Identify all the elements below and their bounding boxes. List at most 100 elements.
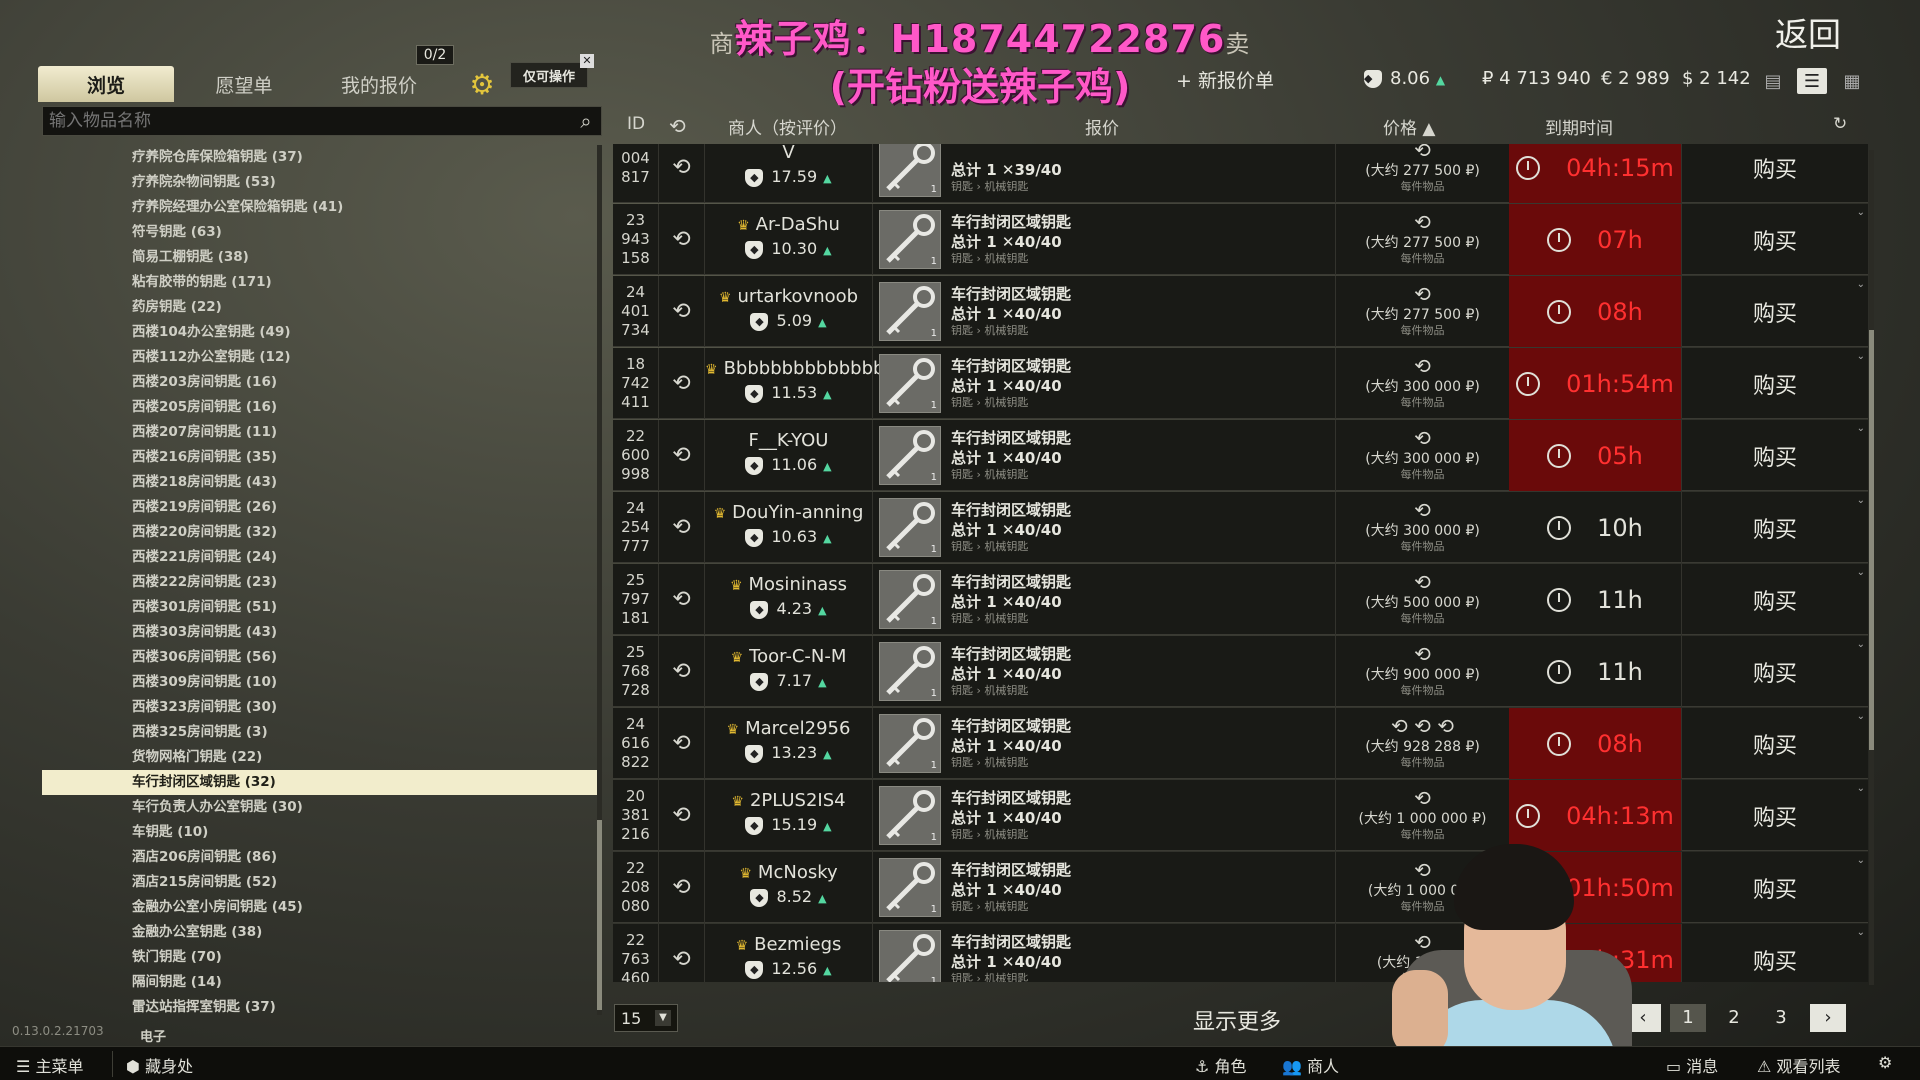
category-item[interactable]: 西楼221房间钥匙 (24)	[42, 545, 597, 570]
key-icon[interactable]: 1	[879, 858, 941, 917]
close-icon[interactable]: ✕	[580, 54, 594, 68]
buy-button[interactable]: 购买 ⌄	[1681, 924, 1868, 982]
trader-name[interactable]: Toor-C-N-M	[749, 646, 846, 667]
trader-name[interactable]: Bezmiegs	[754, 934, 841, 955]
chevron-down-icon[interactable]: ⌄	[1857, 279, 1865, 290]
chevron-down-icon[interactable]: ⌄	[1857, 711, 1865, 722]
tab-wishlist[interactable]: 愿望单	[174, 66, 314, 102]
key-icon[interactable]: 1	[879, 144, 941, 197]
buy-button[interactable]: 购买 ⌄	[1681, 708, 1868, 779]
traders-button[interactable]: 👥 商人	[1282, 1053, 1339, 1077]
chevron-down-icon[interactable]: ⌄	[1857, 567, 1865, 578]
chevron-down-icon[interactable]: ⌄	[1857, 144, 1865, 146]
category-item[interactable]: 货物网格门钥匙 (22)	[42, 745, 597, 770]
trader-name[interactable]: 2PLUS2IS4	[750, 790, 846, 811]
chevron-down-icon[interactable]: ⌄	[1857, 783, 1865, 794]
category-item[interactable]: 车钥匙 (10)	[42, 820, 597, 845]
settings-icon[interactable]: ⚙	[1878, 1053, 1892, 1072]
buy-button[interactable]: 购买 ⌄	[1681, 276, 1868, 347]
key-icon[interactable]: 1	[879, 642, 941, 701]
buy-button[interactable]: 购买 ⌄	[1681, 852, 1868, 923]
show-more-button[interactable]: 显示更多	[1193, 1004, 1281, 1036]
buy-button[interactable]: 购买 ⌄	[1681, 348, 1868, 419]
messages-button[interactable]: ▭ 消息	[1666, 1053, 1718, 1077]
barter-icon[interactable]: ⟲	[1336, 144, 1509, 162]
category-item[interactable]: 西楼323房间钥匙 (30)	[42, 695, 597, 720]
category-electronics[interactable]: 电子	[140, 1026, 166, 1045]
category-item[interactable]: 疗养院仓库保险箱钥匙 (37)	[42, 145, 597, 170]
grid-view-icon[interactable]: ▦	[1837, 68, 1867, 94]
category-item[interactable]: 车行负责人办公室钥匙 (30)	[42, 795, 597, 820]
category-item[interactable]: 西楼220房间钥匙 (32)	[42, 520, 597, 545]
character-button[interactable]: ⚓ 角色	[1195, 1053, 1246, 1077]
barter-icon[interactable]: ⟲	[1336, 210, 1509, 234]
trader-name[interactable]: V	[782, 144, 794, 163]
col-trader[interactable]: 商人（按评价）	[728, 114, 847, 139]
category-item[interactable]: 隔间钥匙 (14)	[42, 970, 597, 995]
compact-view-icon[interactable]: ▤	[1758, 68, 1788, 94]
category-item[interactable]: 药房钥匙 (22)	[42, 295, 597, 320]
key-icon[interactable]: 1	[879, 930, 941, 982]
col-expires[interactable]: 到期时间	[1545, 114, 1613, 139]
barter-icon[interactable]: ⟲	[1336, 426, 1509, 450]
key-icon[interactable]: 1	[879, 714, 941, 773]
buy-button[interactable]: 购买 ⌄	[1681, 780, 1868, 851]
key-icon[interactable]: 1	[879, 786, 941, 845]
barter-icon[interactable]: ⟲	[1336, 282, 1509, 306]
trader-name[interactable]: urtarkovnoob	[737, 286, 858, 307]
category-item[interactable]: 西楼219房间钥匙 (26)	[42, 495, 597, 520]
tab-browse[interactable]: 浏览	[38, 66, 174, 102]
buy-button[interactable]: 购买 ⌄	[1681, 420, 1868, 491]
trader-name[interactable]: DouYin-anning	[732, 502, 863, 523]
category-item[interactable]: 西楼205房间钥匙 (16)	[42, 395, 597, 420]
chevron-down-icon[interactable]: ⌄	[1857, 495, 1865, 506]
back-button[interactable]: 返回	[1775, 8, 1841, 56]
col-id[interactable]: ID	[627, 114, 645, 134]
category-item[interactable]: 西楼309房间钥匙 (10)	[42, 670, 597, 695]
barter-icon[interactable]: ⟲	[1336, 786, 1509, 810]
new-offer-button[interactable]: + 新报价单	[1176, 66, 1274, 93]
trader-name[interactable]: Bbbbbbbbbbbbbb-	[724, 358, 891, 379]
buy-button[interactable]: 购买 ⌄	[1681, 204, 1868, 275]
category-item[interactable]: 金融办公室小房间钥匙 (45)	[42, 895, 597, 920]
search-input[interactable]	[43, 107, 571, 135]
barter-icon[interactable]: ⟲ ⟲ ⟲	[1336, 714, 1509, 738]
watchlist-button[interactable]: ⚠ 观看列表	[1757, 1053, 1840, 1077]
key-icon[interactable]: 1	[879, 570, 941, 629]
buy-button[interactable]: 购买 ⌄	[1681, 492, 1868, 563]
barter-icon[interactable]: ⟲	[1336, 642, 1509, 666]
barter-icon[interactable]: ⟲	[1336, 498, 1509, 522]
only-operable-filter[interactable]: 仅可操作	[510, 62, 588, 88]
category-item[interactable]: 金融办公室钥匙 (38)	[42, 920, 597, 945]
gear-icon[interactable]: ⚙	[467, 70, 497, 100]
key-icon[interactable]: 1	[879, 498, 941, 557]
category-item[interactable]: 西楼203房间钥匙 (16)	[42, 370, 597, 395]
category-item[interactable]: 车行封闭区域钥匙 (32)	[42, 770, 597, 795]
category-item[interactable]: 酒店215房间钥匙 (52)	[42, 870, 597, 895]
trader-name[interactable]: Mosininass	[749, 574, 848, 595]
category-scrollbar-thumb[interactable]	[597, 820, 602, 1010]
tab-my-offers[interactable]: 我的报价	[314, 66, 444, 102]
category-item[interactable]: 酒店206房间钥匙 (86)	[42, 845, 597, 870]
key-icon[interactable]: 1	[879, 210, 941, 269]
search-icon[interactable]: ⌕	[571, 109, 601, 133]
table-scrollbar-thumb[interactable]	[1869, 330, 1874, 750]
category-item[interactable]: 疗养院经理办公室保险箱钥匙 (41)	[42, 195, 597, 220]
category-item[interactable]: 符号钥匙 (63)	[42, 220, 597, 245]
trader-name[interactable]: McNosky	[758, 862, 838, 883]
key-icon[interactable]: 1	[879, 282, 941, 341]
col-price[interactable]: 价格 ▲	[1383, 114, 1435, 139]
page-3[interactable]: 3	[1763, 1004, 1799, 1032]
category-item[interactable]: 西楼112办公室钥匙 (12)	[42, 345, 597, 370]
buy-button[interactable]: 购买 ⌄	[1681, 636, 1868, 707]
trader-name[interactable]: Ar-DaShu	[756, 214, 840, 235]
category-item[interactable]: 简易工棚钥匙 (38)	[42, 245, 597, 270]
buy-button[interactable]: 购买 ⌄	[1681, 564, 1868, 635]
category-item[interactable]: 西楼207房间钥匙 (11)	[42, 420, 597, 445]
list-view-icon[interactable]: ☰	[1797, 68, 1827, 94]
page-2[interactable]: 2	[1716, 1004, 1752, 1032]
page-1[interactable]: 1	[1670, 1004, 1706, 1032]
per-page-select[interactable]: 15 ▼	[614, 1004, 678, 1032]
chevron-down-icon[interactable]: ⌄	[1857, 855, 1865, 866]
refresh-icon[interactable]: ↻	[1833, 114, 1847, 134]
